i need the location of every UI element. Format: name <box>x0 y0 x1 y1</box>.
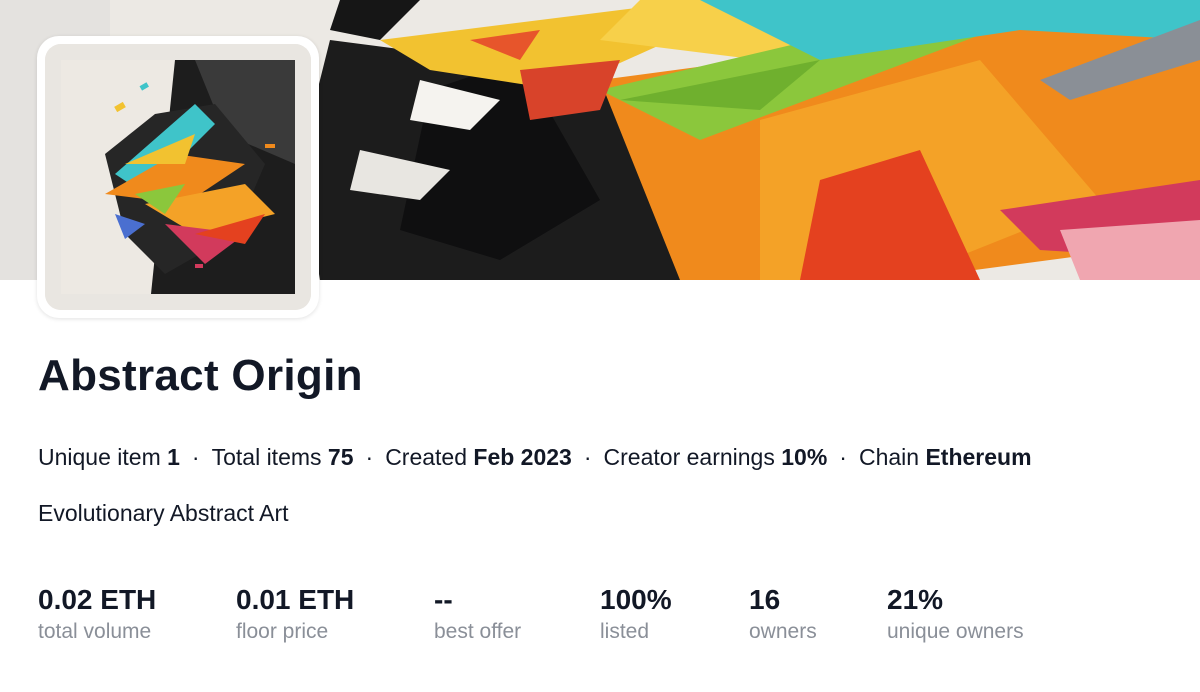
meta-label: Total items <box>211 444 322 470</box>
stat-label: best offer <box>434 620 522 643</box>
stat-label: listed <box>600 620 650 643</box>
stat-label: floor price <box>236 620 329 643</box>
meta-value: Feb 2023 <box>473 444 572 470</box>
stat-listed: 100% listed <box>600 582 672 646</box>
collection-stats: 0.02 ETH total volume 0.01 ETH floor pri… <box>0 582 1200 652</box>
stat-owners: 16 owners <box>749 582 817 646</box>
collection-description: Evolutionary Abstract Art <box>38 500 289 526</box>
stat-label: unique owners <box>887 620 1024 643</box>
meta-total-items: Total items 75 <box>212 444 354 470</box>
meta-creator-earnings: Creator earnings 10% <box>604 444 828 470</box>
collection-meta: Unique item 1 · Total items 75 · Created Feb… <box>38 440 1032 474</box>
meta-separator: · <box>365 444 374 470</box>
stat-value: 21% <box>887 584 944 615</box>
stat-value: 100% <box>600 584 672 615</box>
meta-label: Created <box>385 444 468 470</box>
stat-best-offer: -- best offer <box>434 582 521 646</box>
meta-value: 10% <box>781 444 828 470</box>
meta-chain: Chain Ethereum <box>859 444 1032 470</box>
stat-value: 0.01 ETH <box>236 584 355 615</box>
meta-value: Ethereum <box>925 444 1032 470</box>
stat-value: -- <box>434 584 453 615</box>
meta-value: 1 <box>167 444 180 470</box>
stat-label: owners <box>749 620 817 643</box>
stat-total-volume: 0.02 ETH total volume <box>38 582 156 646</box>
stat-value: 16 <box>749 584 781 615</box>
meta-separator: · <box>839 444 847 470</box>
stat-floor-price: 0.01 ETH floor price <box>236 582 354 646</box>
meta-created: Created Feb 2023 <box>385 444 572 470</box>
meta-label: Unique item <box>38 444 161 470</box>
stat-label: total volume <box>38 620 152 643</box>
meta-separator: · <box>583 444 592 470</box>
meta-label: Creator earnings <box>603 444 775 470</box>
meta-label: Chain <box>858 444 920 470</box>
meta-unique-item: Unique item 1 <box>38 444 180 470</box>
meta-separator: · <box>191 444 200 470</box>
avatar-image <box>45 44 311 310</box>
collection-title: Abstract Origin <box>38 351 363 400</box>
collection-avatar <box>37 36 319 318</box>
meta-value: 75 <box>327 444 354 470</box>
stat-value: 0.02 ETH <box>38 584 157 615</box>
stat-unique-owners: 21% unique owners <box>887 582 1024 646</box>
